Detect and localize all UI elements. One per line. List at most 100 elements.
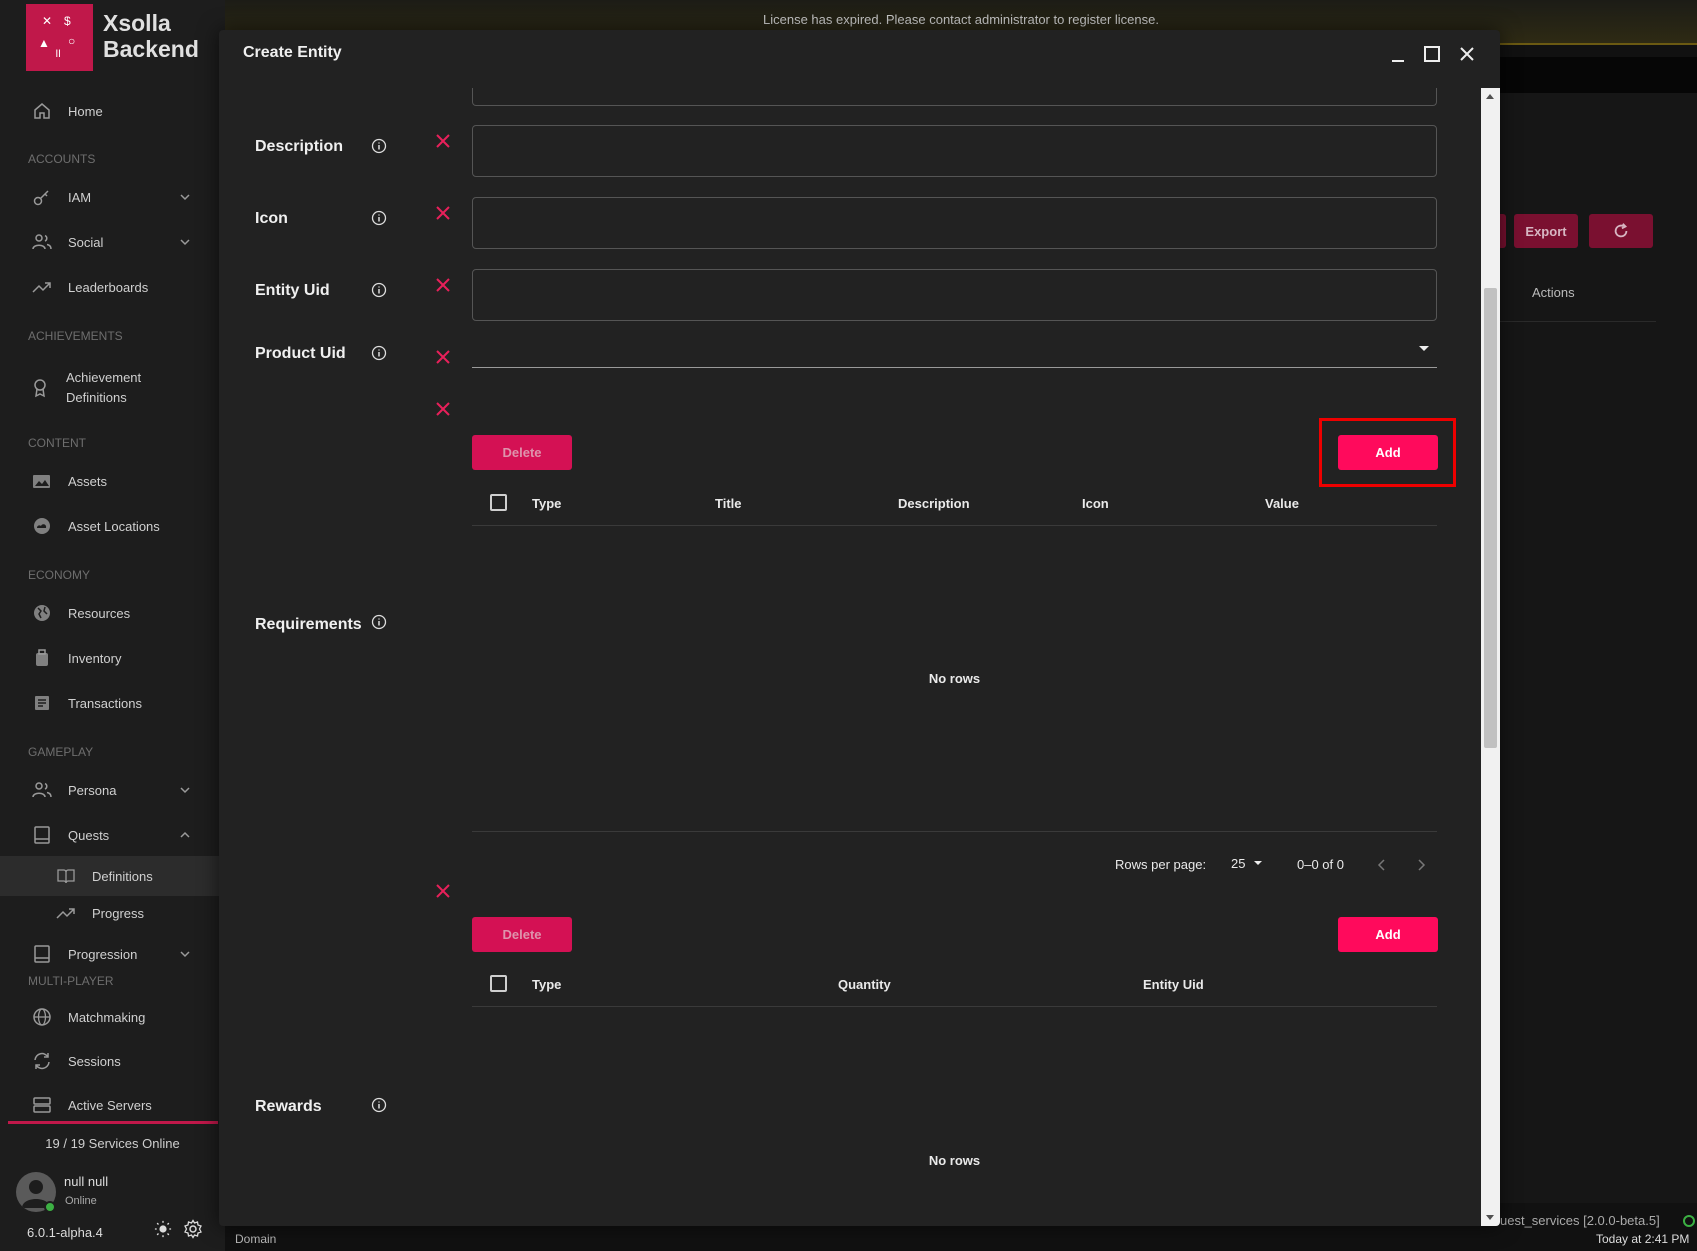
scroll-thumb[interactable] <box>1484 288 1497 748</box>
rows-per-page-select[interactable]: 25 <box>1231 856 1263 871</box>
sidebar-item-iam[interactable]: IAM <box>0 177 225 217</box>
trending-up-icon <box>56 908 75 919</box>
section-achievements: ACHIEVEMENTS <box>28 329 123 343</box>
section-economy: ECONOMY <box>28 568 91 582</box>
export-button[interactable]: Export <box>1514 214 1578 248</box>
chevron-right-icon[interactable] <box>1414 858 1428 872</box>
maximize-icon[interactable] <box>1420 42 1444 66</box>
server-icon <box>33 1097 51 1113</box>
dropdown-arrow-icon <box>1254 861 1263 865</box>
minimize-icon[interactable] <box>1386 42 1410 66</box>
column-header-entity-uid[interactable]: Entity Uid <box>1143 977 1204 992</box>
chevron-down-icon <box>180 951 190 958</box>
info-icon[interactable] <box>371 614 387 630</box>
sidebar-item-label: Inventory <box>68 650 122 666</box>
product-uid-select[interactable] <box>472 334 1437 368</box>
info-icon[interactable] <box>371 1097 387 1113</box>
sidebar-item-sessions[interactable]: Sessions <box>0 1041 225 1081</box>
section-content: CONTENT <box>28 436 86 450</box>
refresh-button[interactable] <box>1589 214 1653 248</box>
sidebar-item-label: Social <box>68 234 104 250</box>
column-header-icon[interactable]: Icon <box>1082 496 1109 511</box>
rewards-delete-button[interactable]: Delete <box>472 917 572 952</box>
sidebar-item-label: Transactions <box>68 695 142 711</box>
book-icon <box>34 826 50 844</box>
sidebar-item-leaderboards[interactable]: Leaderboards <box>0 267 225 307</box>
sidebar-item-label: IAM <box>68 189 92 205</box>
sidebar-item-asset-locations[interactable]: Asset Locations <box>0 506 225 546</box>
globe-icon <box>34 605 50 621</box>
sidebar-item-progress[interactable]: Progress <box>0 893 225 933</box>
clear-icon[interactable] <box>435 205 451 221</box>
select-all-checkbox[interactable] <box>490 494 507 511</box>
status-divider <box>8 1121 218 1124</box>
clear-icon[interactable] <box>435 401 451 417</box>
service-version: uest_services [2.0.0-beta.5] <box>1500 1213 1660 1228</box>
column-header-title[interactable]: Title <box>715 496 742 511</box>
trending-up-icon <box>32 282 51 293</box>
clear-icon[interactable] <box>435 277 451 293</box>
clear-icon[interactable] <box>435 883 451 899</box>
column-header-description[interactable]: Description <box>898 496 970 511</box>
column-header-value[interactable]: Value <box>1265 496 1299 511</box>
empty-state: No rows <box>928 671 981 686</box>
requirements-label: Requirements <box>255 616 362 633</box>
sidebar-item-home[interactable]: Home <box>0 91 225 131</box>
award-icon <box>34 379 46 398</box>
requirements-delete-button[interactable]: Delete <box>472 435 572 470</box>
sidebar-item-active-servers[interactable]: Active Servers <box>0 1085 225 1125</box>
scroll-down-icon[interactable] <box>1486 1215 1494 1220</box>
sidebar-item-transactions[interactable]: Transactions <box>0 683 225 723</box>
dialog-scrollbar[interactable] <box>1481 88 1500 1226</box>
gear-icon[interactable] <box>183 1219 203 1239</box>
column-header-type[interactable]: Type <box>532 496 561 511</box>
brand-line2: Backend <box>103 36 199 62</box>
sidebar-item-assets[interactable]: Assets <box>0 461 225 501</box>
sidebar-item-resources[interactable]: Resources <box>0 593 225 633</box>
dialog-content: Description Icon Entity Uid Product Uid … <box>219 88 1481 1226</box>
rows-per-page-label: Rows per page: <box>1115 857 1207 872</box>
sidebar-item-label: Active Servers <box>68 1097 152 1113</box>
sidebar-item-progression[interactable]: Progression <box>0 934 225 974</box>
info-icon[interactable] <box>371 138 387 154</box>
chevron-up-icon <box>180 831 190 838</box>
sun-icon[interactable] <box>154 1220 172 1238</box>
divider <box>1500 321 1656 322</box>
clear-icon[interactable] <box>435 349 451 365</box>
sidebar-item-achievement-definitions[interactable]: Achievement Definitions <box>0 360 225 416</box>
description-input[interactable] <box>472 125 1437 177</box>
clear-icon[interactable] <box>435 133 451 149</box>
sidebar-item-social[interactable]: Social <box>0 222 225 262</box>
book-icon <box>34 945 50 963</box>
chevron-down-icon <box>180 787 190 794</box>
sidebar-item-matchmaking[interactable]: Matchmaking <box>0 997 225 1037</box>
select-all-checkbox[interactable] <box>490 975 507 992</box>
entity-uid-label: Entity Uid <box>255 282 330 299</box>
actions-column-header: Actions <box>1532 285 1575 300</box>
sidebar-item-quests[interactable]: Quests <box>0 815 225 855</box>
sidebar-item-inventory[interactable]: Inventory <box>0 638 225 678</box>
sidebar-item-persona[interactable]: Persona <box>0 770 225 810</box>
open-book-icon <box>57 869 75 884</box>
chevron-down-icon <box>180 194 190 201</box>
info-icon[interactable] <box>371 345 387 361</box>
section-gameplay: GAMEPLAY <box>28 745 94 759</box>
globe-icon <box>33 1008 51 1026</box>
info-icon[interactable] <box>371 210 387 226</box>
sidebar-item-label: Resources <box>68 605 131 621</box>
scroll-up-icon[interactable] <box>1486 94 1494 99</box>
previous-input-field[interactable] <box>472 88 1437 106</box>
close-icon[interactable] <box>1455 42 1479 66</box>
column-header-type[interactable]: Type <box>532 977 561 992</box>
background-button-partial[interactable] <box>1500 214 1506 248</box>
sidebar-item-definitions[interactable]: Definitions <box>0 856 225 896</box>
sidebar-item-label: Quests <box>68 827 110 843</box>
timestamp: Today at 2:41 PM <box>1596 1232 1690 1246</box>
people-icon <box>32 234 52 250</box>
info-icon[interactable] <box>371 282 387 298</box>
column-header-quantity[interactable]: Quantity <box>838 977 891 992</box>
rewards-add-button[interactable]: Add <box>1338 917 1438 952</box>
icon-input[interactable] <box>472 197 1437 249</box>
entity-uid-input[interactable] <box>472 269 1437 321</box>
chevron-left-icon[interactable] <box>1375 858 1389 872</box>
